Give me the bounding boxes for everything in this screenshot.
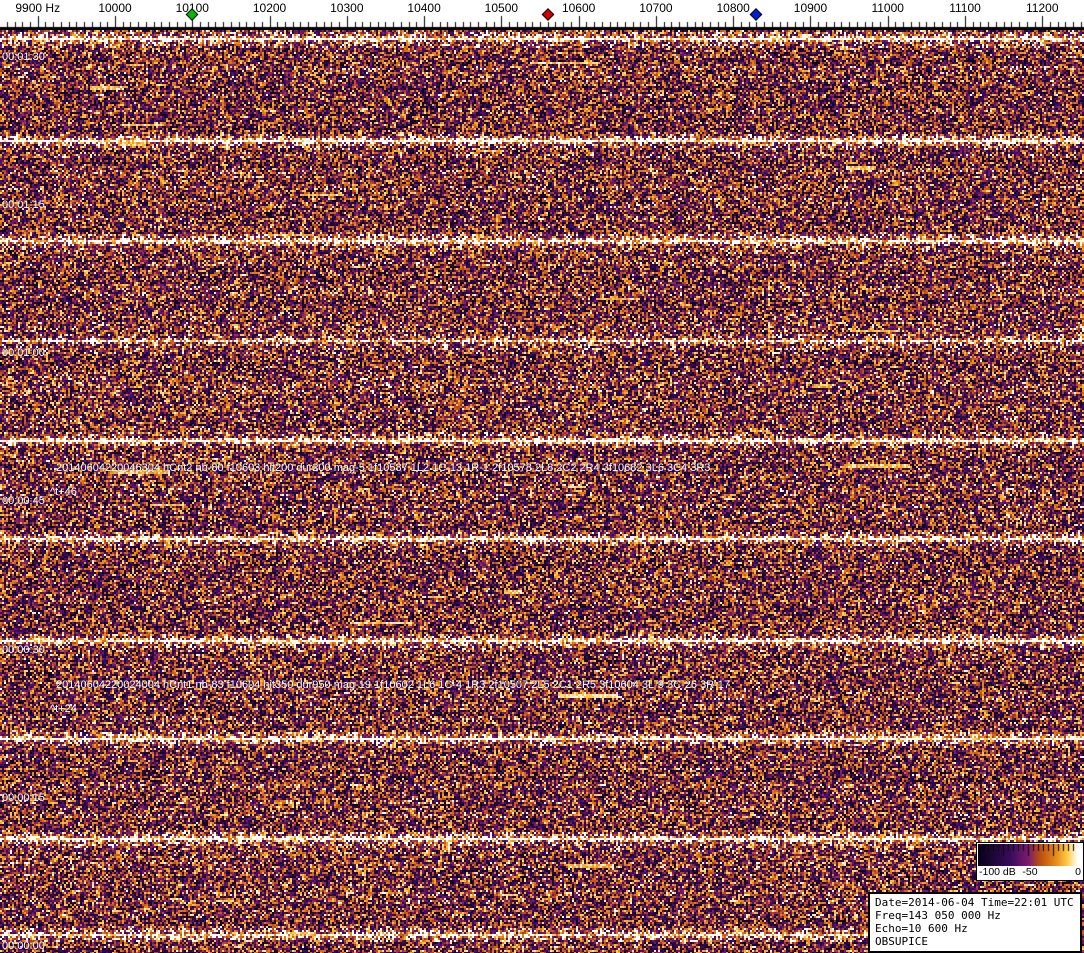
info-box-line: Date=2014-06-04 Time=22:01 UTC [875,896,1074,909]
info-box: Date=2014-06-04 Time=22:01 UTC Freq=143 0… [868,892,1082,953]
colorbar: -100 dB -50 0 [976,842,1084,881]
freq-tick-label: 10900 [793,1,828,15]
freq-tick-label: 9900 Hz [15,1,61,15]
freq-tick-label: 10400 [407,1,441,15]
colorbar-tick-label: -50 [1022,866,1038,878]
freq-tick-label: 11100 [949,1,981,15]
colorbar-gradient [978,844,1078,866]
freq-tick-label: 10500 [484,1,519,15]
info-box-line: Echo=10 600 Hz [875,922,968,935]
colorbar-tick-label: -100 dB [979,866,1016,878]
freq-tick-label: 10800 [716,1,750,15]
freq-tick-label: 11000 [871,1,904,15]
freq-tick-label: 10000 [98,1,132,15]
freq-tick-label: 10600 [561,1,596,15]
info-box-line: Freq=143 050 000 Hz [875,909,1001,922]
freq-tick-label: 11200 [1026,1,1059,15]
info-box-line: OBSUPICE [875,935,928,948]
frequency-axis: 9900 Hz100001010010200103001040010500106… [0,0,1084,30]
spectrogram-app: 9900 Hz100001010010200103001040010500106… [0,0,1084,953]
freq-tick-label: 10200 [252,1,287,15]
freq-tick-label: 10700 [639,1,673,15]
colorbar-tick-label: 0 [1075,866,1081,878]
spectrogram-canvas [0,30,1084,953]
colorbar-labels: -100 dB -50 0 [978,866,1082,879]
freq-tick-label: 10300 [330,1,364,15]
